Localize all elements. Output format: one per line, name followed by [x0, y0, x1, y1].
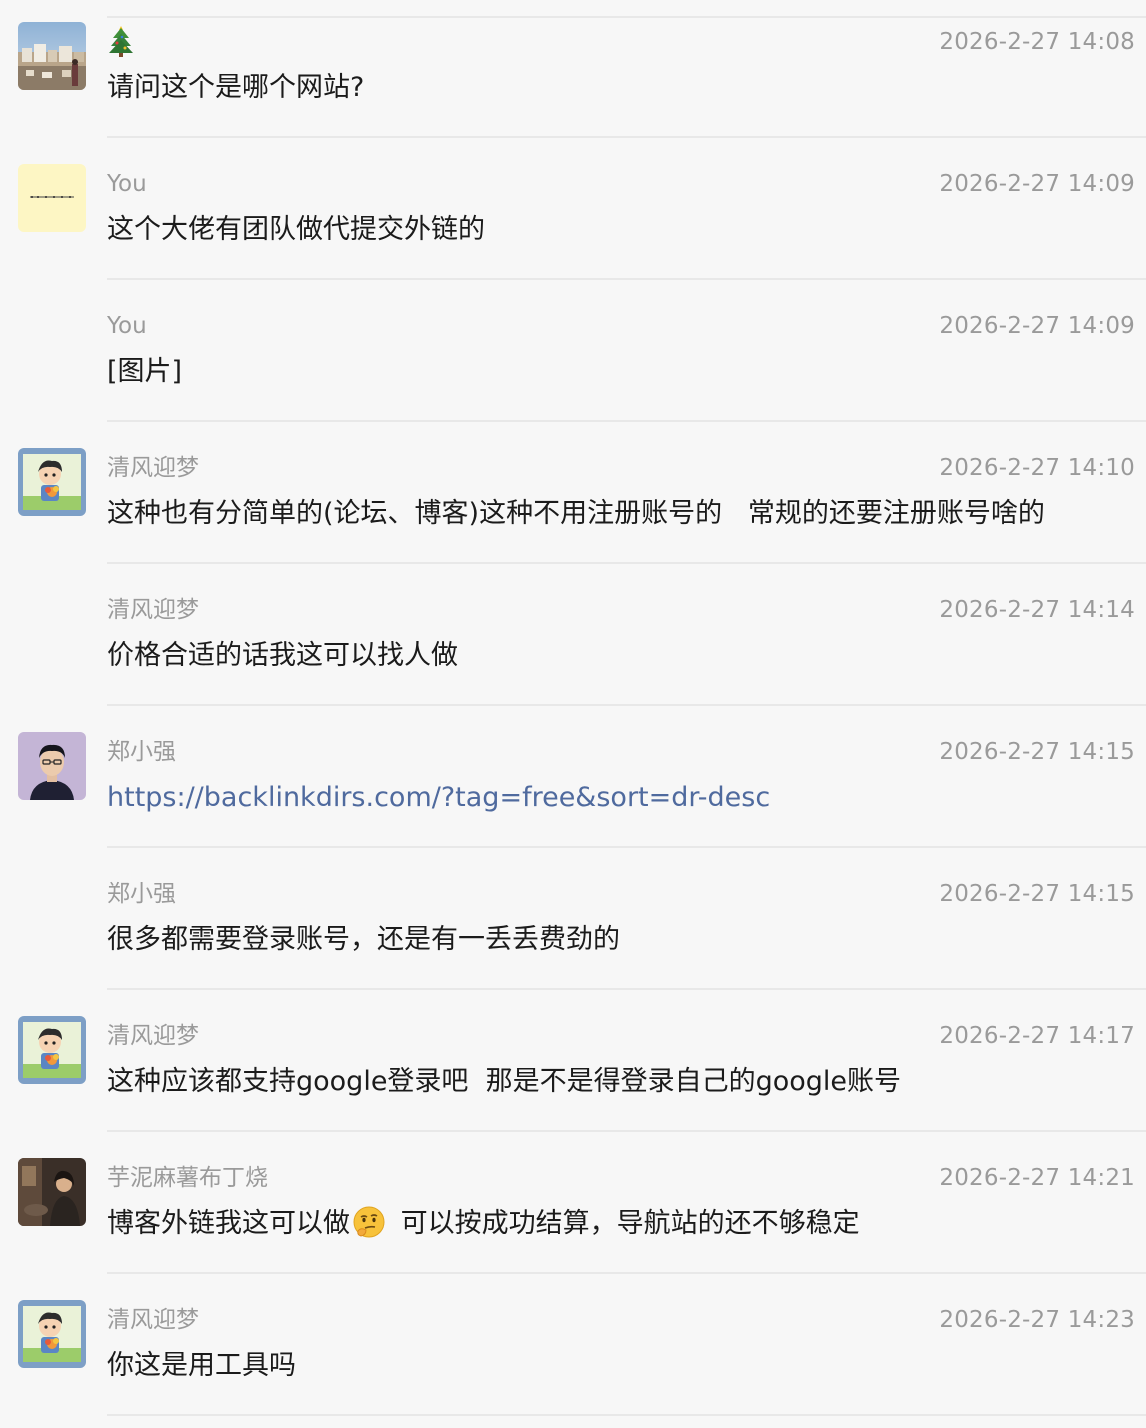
message-timestamp: 2026-2-27 14:17	[939, 1023, 1135, 1049]
message-timestamp: 2026-2-27 14:21	[939, 1165, 1135, 1191]
avatar-cartoon-boy[interactable]	[18, 448, 86, 516]
sender-name[interactable]: 郑小强	[107, 736, 176, 768]
message-text: 这个大佬有团队做代提交外链的	[107, 214, 485, 245]
chat-message[interactable]: You 2026-2-27 14:09 这个大佬有团队做代提交外链的	[0, 142, 1146, 284]
sender-name[interactable]: 郑小强	[107, 878, 176, 910]
chat-message[interactable]: 清风迎梦 2026-2-27 14:17 这种应该都支持google登录吧 那是…	[0, 994, 1146, 1136]
sender-name[interactable]: 清风迎梦	[107, 452, 199, 484]
avatar-cartoon-boy[interactable]	[18, 1300, 86, 1368]
chat-message[interactable]: You 2026-2-27 14:09 [图片]	[0, 284, 1146, 426]
message-timestamp: 2026-2-27 14:15	[939, 739, 1135, 765]
message-timestamp: 2026-2-27 14:08	[939, 29, 1135, 55]
avatar-cartoon-boy[interactable]	[18, 1016, 86, 1084]
christmas-tree-icon	[107, 24, 135, 58]
message-link[interactable]: https://backlinkdirs.com/?tag=free&sort=…	[107, 778, 770, 818]
message-timestamp: 2026-2-27 14:10	[939, 455, 1135, 481]
message-text: 你这是用工具吗	[107, 1350, 296, 1381]
message-timestamp: 2026-2-27 14:23	[939, 1307, 1135, 1333]
message-text: 这种也有分简单的(论坛、博客)这种不用注册账号的 常规的还要注册账号啥的	[107, 498, 1045, 529]
message-text-part: 博客外链我这可以做	[107, 1208, 350, 1239]
message-text: 价格合适的话我这可以找人做	[107, 640, 458, 671]
chat-message-list[interactable]: 2026-2-27 14:08 请问这个是哪个网站? You 2026-2-27…	[0, 0, 1146, 1428]
message-text: 这种应该都支持google登录吧 那是不是得登录自己的google账号	[107, 1066, 902, 1097]
divider	[107, 988, 1146, 990]
divider	[107, 420, 1146, 422]
avatar-yellow-note[interactable]	[18, 164, 86, 232]
message-timestamp: 2026-2-27 14:09	[939, 313, 1135, 339]
sender-name[interactable]: 清风迎梦	[107, 1304, 199, 1336]
sender-name[interactable]: 芋泥麻薯布丁烧	[107, 1162, 268, 1194]
divider	[107, 1414, 1146, 1416]
message-timestamp: 2026-2-27 14:09	[939, 171, 1135, 197]
divider	[107, 1130, 1146, 1132]
sender-name[interactable]: You	[107, 310, 147, 342]
sender-name[interactable]: 清风迎梦	[107, 1020, 199, 1052]
thinking-face-icon	[352, 1205, 386, 1239]
image-placeholder-text[interactable]: [图片]	[107, 352, 182, 392]
chat-message[interactable]: 清风迎梦 2026-2-27 14:23 你这是用工具吗	[0, 1278, 1146, 1420]
avatar-man-photo[interactable]	[18, 732, 86, 800]
message-text: 博客外链我这可以做 可以按成功结算，导航站的还不够稳定	[107, 1204, 860, 1244]
chat-message[interactable]: 芋泥麻薯布丁烧 2026-2-27 14:21 博客外链我这可以做 可以按成功结…	[0, 1136, 1146, 1278]
divider	[107, 136, 1146, 138]
message-timestamp: 2026-2-27 14:14	[939, 597, 1135, 623]
sender-name[interactable]: You	[107, 168, 147, 200]
chat-message[interactable]: 2026-2-27 14:08 请问这个是哪个网站?	[0, 0, 1146, 142]
divider	[107, 1272, 1146, 1274]
sender-name[interactable]: 清风迎梦	[107, 594, 199, 626]
chat-message[interactable]: 郑小强 2026-2-27 14:15 https://backlinkdirs…	[0, 710, 1146, 852]
divider	[107, 278, 1146, 280]
message-text: 请问这个是哪个网站?	[107, 72, 365, 103]
message-timestamp: 2026-2-27 14:15	[939, 881, 1135, 907]
chat-message[interactable]: 清风迎梦 2026-2-27 14:14 价格合适的话我这可以找人做	[0, 568, 1146, 710]
divider	[107, 704, 1146, 706]
avatar-landscape[interactable]	[18, 22, 86, 90]
message-text: 很多都需要登录账号，还是有一丢丢费劲的	[107, 924, 620, 955]
divider	[107, 846, 1146, 848]
avatar-dark-photo[interactable]	[18, 1158, 86, 1226]
chat-message[interactable]: 清风迎梦 2026-2-27 14:10 这种也有分简单的(论坛、博客)这种不用…	[0, 426, 1146, 568]
chat-message[interactable]: 郑小强 2026-2-27 14:15 很多都需要登录账号，还是有一丢丢费劲的	[0, 852, 1146, 994]
message-text-part: 可以按成功结算，导航站的还不够稳定	[392, 1208, 860, 1239]
divider	[107, 562, 1146, 564]
